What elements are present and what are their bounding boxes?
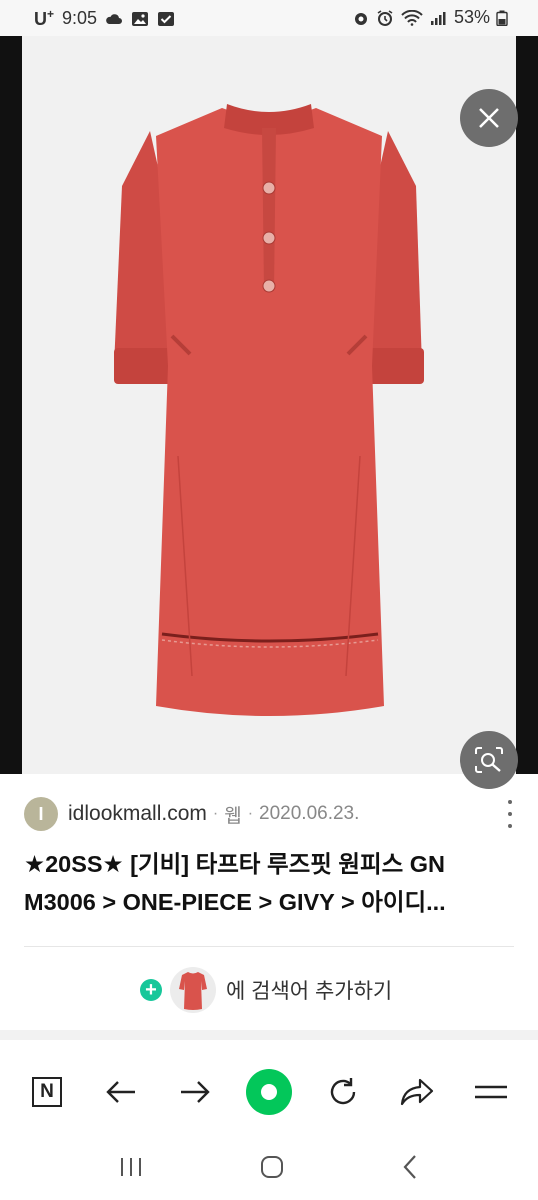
home-icon	[260, 1155, 283, 1178]
forward-arrow-icon	[181, 1081, 210, 1103]
recents-icon	[120, 1157, 141, 1176]
alarm-icon	[352, 10, 370, 26]
naver-home-button[interactable]: N	[22, 1067, 72, 1117]
close-icon	[479, 108, 499, 128]
site-favicon: I	[24, 797, 58, 831]
section-separator	[0, 1030, 538, 1040]
battery-percent: 53%	[453, 7, 490, 27]
share-icon	[400, 1078, 434, 1106]
dress-thumbnail	[170, 967, 216, 1013]
result-title-line2: M3006 > ONE-PIECE > GIVY > 아이디...	[24, 889, 446, 915]
back-button[interactable]	[96, 1067, 146, 1117]
close-button[interactable]	[460, 89, 518, 147]
separator-dot: ·	[247, 805, 254, 822]
home-button[interactable]	[259, 1154, 285, 1185]
reload-icon	[330, 1078, 356, 1105]
battery-icon	[496, 10, 508, 26]
cloud-icon	[105, 11, 123, 27]
result-title[interactable]: ★20SS★ [기비] 타프타 루즈핏 원피스 GN M3006 > ONE-P…	[24, 845, 514, 921]
source-domain[interactable]: idlookmall.com	[68, 802, 207, 826]
recents-button[interactable]	[118, 1156, 144, 1183]
source-date: 2020.06.23.	[259, 803, 360, 824]
add-search-term-button[interactable]: + 에 검색어 추가하기	[140, 966, 392, 1014]
naver-n-icon: N	[32, 1077, 62, 1107]
source-type: 웹	[224, 805, 242, 827]
share-button[interactable]	[392, 1067, 442, 1117]
lens-search-icon	[475, 747, 503, 773]
more-icon[interactable]	[500, 800, 520, 828]
plus-icon: +	[140, 979, 162, 1001]
forward-button[interactable]	[170, 1067, 220, 1117]
gallery-icon	[131, 11, 149, 27]
divider	[24, 946, 514, 947]
lens-search-button[interactable]	[460, 731, 518, 789]
carrier-label: U+	[34, 7, 55, 29]
menu-button[interactable]	[466, 1067, 516, 1117]
status-bar: U+ 9:05 53%	[0, 0, 538, 36]
product-image[interactable]	[22, 36, 516, 774]
clock: 9:05	[62, 8, 98, 28]
separator-dot: ·	[212, 805, 219, 822]
green-dot-icon	[246, 1069, 292, 1115]
system-back-button[interactable]	[400, 1154, 420, 1185]
reload-button[interactable]	[318, 1067, 368, 1117]
add-search-term-label: 에 검색어 추가하기	[226, 980, 393, 1003]
back-icon	[403, 1154, 417, 1179]
result-title-line1: ★20SS★ [기비] 타프타 루즈핏 원피스 GN	[24, 851, 445, 877]
back-arrow-icon	[106, 1081, 135, 1103]
image-viewer	[0, 36, 538, 789]
alarm-clock-icon	[376, 9, 394, 26]
wifi-icon	[400, 9, 424, 26]
browser-toolbar: N	[0, 1052, 538, 1132]
check-icon	[157, 11, 175, 27]
signal-icon	[430, 10, 448, 26]
green-dot-button[interactable]	[244, 1067, 294, 1117]
menu-icon	[475, 1085, 507, 1099]
system-navigation	[0, 1138, 538, 1200]
source-row: I idlookmall.com · 웹 · 2020.06.23.	[24, 796, 520, 832]
